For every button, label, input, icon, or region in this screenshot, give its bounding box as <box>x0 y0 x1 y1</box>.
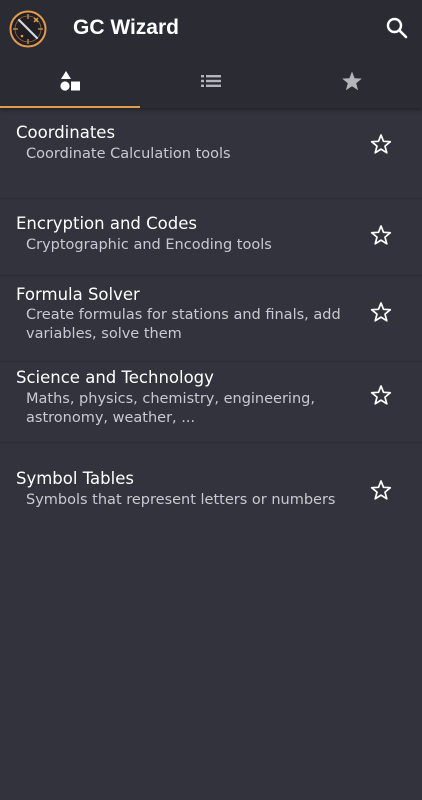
item-subtitle: Symbols that represent letters or number… <box>26 492 336 508</box>
tab-categories[interactable] <box>0 58 140 108</box>
item-title: Symbol Tables <box>16 469 134 488</box>
tab-bar <box>0 58 422 108</box>
list-icon <box>200 70 222 96</box>
list-item-symbol-tables[interactable]: Symbol Tables Symbols that represent let… <box>0 443 422 543</box>
tab-all-tools[interactable] <box>140 58 281 108</box>
favorite-star-icon[interactable] <box>369 478 393 502</box>
tab-selected-indicator <box>0 106 140 108</box>
tab-favorites[interactable] <box>281 58 422 108</box>
item-subtitle: Create formulas for stations and finals,… <box>26 307 341 342</box>
list-item-encryption-and-codes[interactable]: Encryption and Codes Cryptographic and E… <box>0 199 422 276</box>
item-subtitle: Maths, physics, chemistry, engineering, … <box>26 391 315 426</box>
item-title: Science and Technology <box>16 368 214 387</box>
favorite-star-icon[interactable] <box>369 300 393 324</box>
item-title: Encryption and Codes <box>16 214 197 233</box>
app-bar: GC Wizard <box>0 0 422 108</box>
star-filled-icon <box>340 69 364 97</box>
favorite-star-icon[interactable] <box>369 132 393 156</box>
list-item-science-and-technology[interactable]: Science and Technology Maths, physics, c… <box>0 362 422 443</box>
app-title: GC Wizard <box>73 16 179 39</box>
item-subtitle: Cryptographic and Encoding tools <box>26 237 272 253</box>
list-item-formula-solver[interactable]: Formula Solver Create formulas for stati… <box>0 276 422 362</box>
search-icon[interactable] <box>384 15 410 41</box>
gc-wizard-logo-icon[interactable] <box>9 10 47 48</box>
shapes-icon <box>58 69 82 97</box>
item-subtitle: Coordinate Calculation tools <box>26 146 231 162</box>
list-item-coordinates[interactable]: Coordinates Coordinate Calculation tools <box>0 108 422 199</box>
category-list: Coordinates Coordinate Calculation tools… <box>0 108 422 543</box>
favorite-star-icon[interactable] <box>369 383 393 407</box>
item-title: Coordinates <box>16 123 116 142</box>
favorite-star-icon[interactable] <box>369 223 393 247</box>
item-title: Formula Solver <box>16 285 140 304</box>
